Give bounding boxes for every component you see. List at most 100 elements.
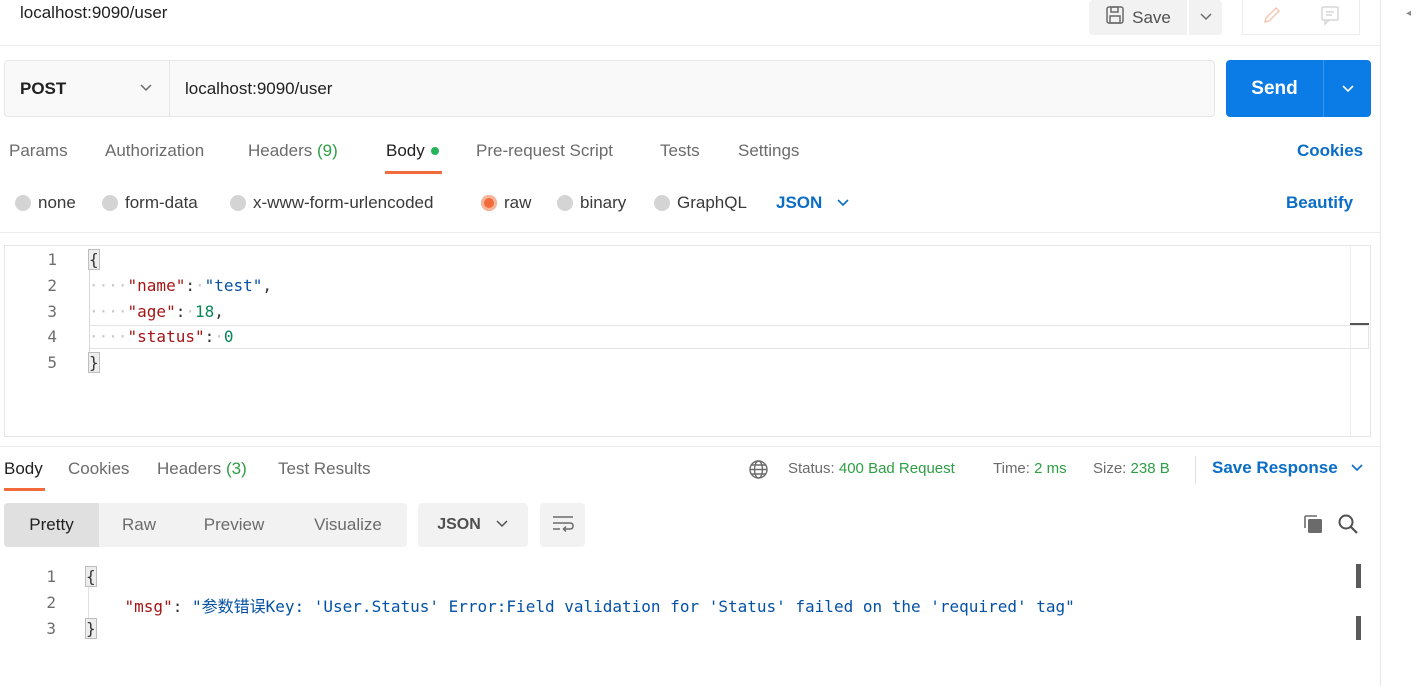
wrap-lines-button[interactable] xyxy=(540,503,585,547)
save-button[interactable]: Save xyxy=(1089,0,1187,35)
tab-pre-request-script[interactable]: Pre-request Script xyxy=(476,141,613,161)
headers-count: (9) xyxy=(317,141,338,160)
open-brace: { xyxy=(88,249,100,270)
line-number: 2 xyxy=(47,276,57,295)
view-pretty[interactable]: Pretty xyxy=(4,503,99,547)
response-format-select[interactable]: JSON xyxy=(418,503,528,547)
close-brace: } xyxy=(85,618,97,639)
line-number: 5 xyxy=(47,353,57,372)
response-tab-headers[interactable]: Headers (3) xyxy=(157,459,247,479)
radio-button-selected xyxy=(481,195,497,211)
tab-authorization[interactable]: Authorization xyxy=(105,141,204,161)
code-line: "msg": "参数错误Key: 'User.Status' Error:Fie… xyxy=(124,597,1075,616)
radio-urlencoded[interactable]: x-www-form-urlencoded xyxy=(230,192,433,214)
response-tab-test-results[interactable]: Test Results xyxy=(278,459,371,479)
chevron-down-icon xyxy=(495,516,509,534)
right-panel-toggle-icon[interactable]: ◂ xyxy=(1406,8,1411,19)
code-line: { xyxy=(85,566,97,587)
radio-binary[interactable]: binary xyxy=(557,192,626,214)
json-key: "name" xyxy=(127,276,186,295)
save-options-button[interactable] xyxy=(1189,0,1222,35)
save-response-button[interactable]: Save Response xyxy=(1212,458,1364,478)
pencil-icon[interactable] xyxy=(1261,4,1283,31)
editor-minimap-divider xyxy=(1350,246,1351,436)
globe-icon[interactable] xyxy=(748,459,769,485)
tab-settings[interactable]: Settings xyxy=(738,141,799,161)
radio-button xyxy=(557,195,573,211)
save-response-label: Save Response xyxy=(1212,458,1338,477)
divider xyxy=(1195,456,1196,484)
status-value: 400 Bad Request xyxy=(838,460,955,477)
request-body-editor[interactable]: 1 2 3 4 5 { ····"name":·"test", ····"age… xyxy=(4,245,1371,437)
json-value: "test" xyxy=(204,276,263,295)
body-indicator-dot xyxy=(430,146,439,155)
send-options-button[interactable] xyxy=(1323,60,1371,117)
code-line: } xyxy=(88,352,100,373)
line-number: 1 xyxy=(46,567,56,586)
json-key: "age" xyxy=(127,302,176,321)
save-button-group: Save xyxy=(1089,0,1222,35)
active-tab-underline xyxy=(4,488,45,491)
radio-button xyxy=(654,195,670,211)
radio-button xyxy=(15,195,31,211)
status-readout[interactable]: Status: 400 Bad Request xyxy=(788,460,955,477)
radio-button xyxy=(102,195,118,211)
response-format-label: JSON xyxy=(437,516,481,533)
comment-icon[interactable] xyxy=(1319,4,1341,31)
time-value: 2 ms xyxy=(1034,460,1067,477)
response-body-viewer[interactable]: 1 2 3 { "msg": "参数错误Key: 'User.Status' E… xyxy=(0,560,1380,686)
language-select[interactable]: JSON xyxy=(776,192,850,214)
right-panel-divider xyxy=(1380,0,1381,686)
radio-none[interactable]: none xyxy=(15,192,76,214)
json-value: "参数错误Key: 'User.Status' Error:Field vali… xyxy=(191,597,1075,616)
time-readout[interactable]: Time: 2 ms xyxy=(993,460,1067,477)
line-number: 1 xyxy=(47,250,57,269)
tab-headers-label: Headers xyxy=(248,141,313,160)
response-tab-body[interactable]: Body xyxy=(4,459,43,479)
active-tab-underline xyxy=(385,171,442,174)
chevron-down-icon xyxy=(836,193,850,213)
radio-raw[interactable]: raw xyxy=(481,192,531,214)
radio-label: form-data xyxy=(125,193,198,212)
open-brace: { xyxy=(85,566,97,587)
send-button[interactable]: Send xyxy=(1226,60,1371,117)
cookies-link[interactable]: Cookies xyxy=(1297,141,1363,161)
chevron-down-icon xyxy=(1350,458,1364,478)
response-tab-cookies[interactable]: Cookies xyxy=(68,459,129,479)
chevron-down-icon xyxy=(139,80,153,98)
radio-form-data[interactable]: form-data xyxy=(102,192,198,214)
url-input[interactable] xyxy=(170,60,1215,117)
beautify-link[interactable]: Beautify xyxy=(1286,193,1353,213)
request-tab-title[interactable]: localhost:9090/user xyxy=(20,3,167,23)
view-raw[interactable]: Raw xyxy=(99,503,179,547)
tab-headers[interactable]: Headers (9) xyxy=(248,141,338,161)
tab-params[interactable]: Params xyxy=(9,141,68,161)
copy-icon[interactable] xyxy=(1302,513,1324,540)
divider xyxy=(0,232,1380,233)
code-line: } xyxy=(85,618,97,639)
radio-label: raw xyxy=(504,193,532,212)
divider xyxy=(0,446,1380,447)
scrollbar-thumb[interactable] xyxy=(1356,564,1361,588)
radio-graphql[interactable]: GraphQL xyxy=(654,192,747,214)
code-line: { xyxy=(88,249,100,270)
view-visualize[interactable]: Visualize xyxy=(289,503,407,547)
radio-label: none xyxy=(38,193,76,212)
tab-tests[interactable]: Tests xyxy=(660,141,700,161)
method-select[interactable]: POST xyxy=(4,60,170,117)
code-line: ····"status":·0 xyxy=(89,327,234,346)
code-line: ····"name":·"test", xyxy=(89,276,273,295)
chevron-down-icon xyxy=(1199,9,1213,27)
tab-body-label: Body xyxy=(386,141,425,160)
scrollbar-thumb[interactable] xyxy=(1350,323,1369,325)
save-icon xyxy=(1105,5,1125,30)
scrollbar-thumb[interactable] xyxy=(1356,616,1361,640)
active-line-highlight xyxy=(89,325,1369,349)
view-preview[interactable]: Preview xyxy=(179,503,289,547)
language-label: JSON xyxy=(776,193,823,212)
json-value: 0 xyxy=(223,327,234,346)
tab-body[interactable]: Body xyxy=(386,141,439,161)
search-icon[interactable] xyxy=(1337,513,1359,540)
size-readout[interactable]: Size: 238 B xyxy=(1093,460,1170,477)
save-label: Save xyxy=(1132,7,1171,27)
